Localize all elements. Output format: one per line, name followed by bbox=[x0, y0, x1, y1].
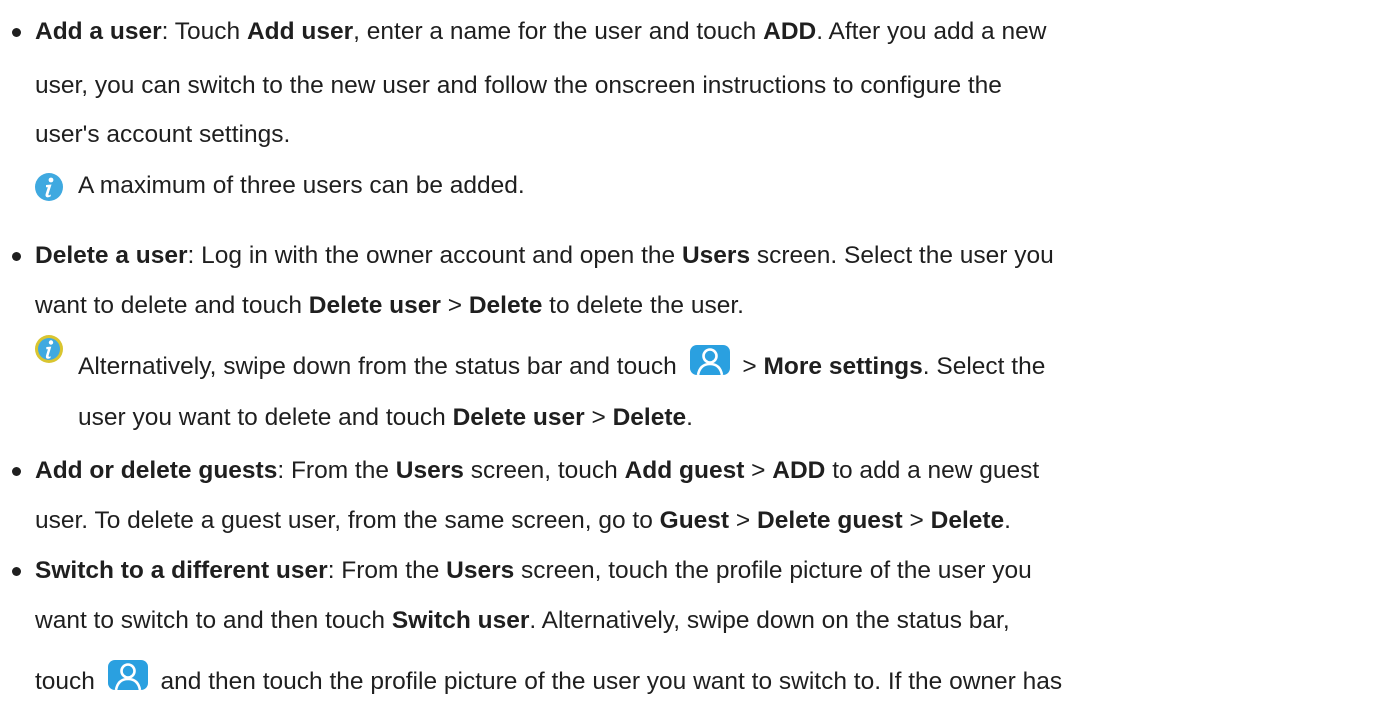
document-page: Add a user: Touch Add user, enter a name… bbox=[0, 0, 1379, 711]
item-title: Switch to a different user bbox=[35, 557, 328, 584]
text-line: user, you can switch to the new user and… bbox=[35, 72, 1002, 99]
user-profile-icon bbox=[107, 660, 148, 691]
info-icon bbox=[35, 173, 63, 201]
text-line: Switch to a different user: From the Use… bbox=[35, 557, 1032, 584]
text-line: want to delete and touch Delete user > D… bbox=[35, 292, 744, 319]
user-profile-icon bbox=[689, 345, 730, 376]
bullet bbox=[12, 28, 21, 37]
note-text: user you want to delete and touch Delete… bbox=[78, 404, 693, 431]
note-text: Alternatively, swipe down from the statu… bbox=[78, 345, 1045, 382]
text-line: Add a user: Touch Add user, enter a name… bbox=[35, 18, 1047, 45]
item-title: Add or delete guests bbox=[35, 457, 278, 484]
bullet bbox=[12, 252, 21, 261]
text-line: touch and then touch the profile picture… bbox=[35, 660, 1062, 697]
bullet bbox=[12, 567, 21, 576]
bullet bbox=[12, 467, 21, 476]
item-title: Delete a user bbox=[35, 242, 188, 269]
info-icon bbox=[35, 335, 63, 363]
text-line: user's account settings. bbox=[35, 121, 291, 148]
note-text: A maximum of three users can be added. bbox=[78, 172, 525, 199]
text-line: Add or delete guests: From the Users scr… bbox=[35, 457, 1040, 484]
text-line: want to switch to and then touch Switch … bbox=[35, 607, 1010, 634]
item-title: Add a user bbox=[35, 18, 162, 45]
text-line: user. To delete a guest user, from the s… bbox=[35, 507, 1011, 534]
text-line: Delete a user: Log in with the owner acc… bbox=[35, 242, 1054, 269]
